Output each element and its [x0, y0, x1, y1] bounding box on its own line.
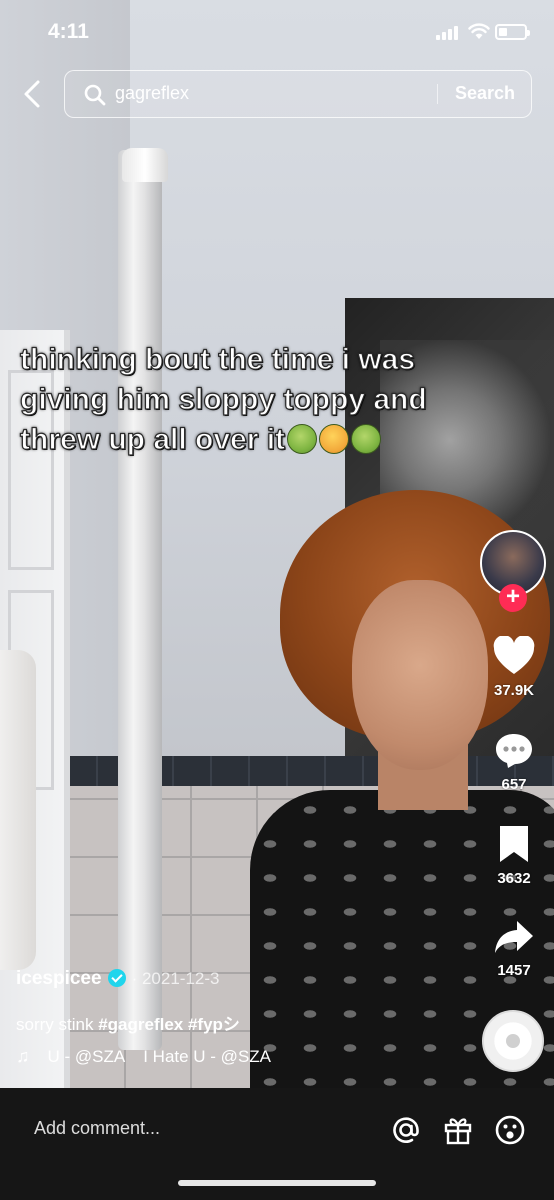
caption-line: giving him sloppy toppy and — [19, 382, 427, 416]
caption-line: threw up all over it — [19, 420, 500, 460]
battery-icon — [495, 24, 530, 40]
music-title: U - @SZA — [47, 1047, 126, 1066]
like-count: 37.9K — [493, 682, 535, 699]
pipe-cap — [122, 148, 168, 182]
comment-input[interactable]: Add comment... — [34, 1118, 160, 1139]
emoji-smiley-icon[interactable] — [494, 1114, 526, 1146]
save-count: 3632 — [497, 870, 531, 887]
back-arrow-icon[interactable] — [18, 78, 48, 110]
follow-plus-icon[interactable]: + — [499, 584, 527, 612]
share-arrow-icon — [495, 921, 533, 953]
music-note-icon: ♫ — [16, 1046, 30, 1066]
music-disc-icon[interactable] — [482, 1010, 544, 1072]
verified-badge-icon — [107, 969, 126, 987]
nauseated-face-icon — [287, 424, 318, 454]
towel — [0, 650, 36, 970]
video-player[interactable] — [0, 0, 554, 1088]
like-button[interactable]: 37.9K — [486, 636, 542, 699]
nauseated-face-icon — [351, 424, 382, 454]
bookmark-icon — [500, 826, 528, 862]
share-button[interactable]: 1457 — [486, 918, 542, 979]
caption-line: thinking bout the time i was — [19, 342, 416, 376]
video-caption: thinking bout the time i was giving him … — [19, 340, 500, 460]
pipe — [118, 150, 162, 1050]
gift-icon[interactable] — [442, 1114, 474, 1146]
music-title-next: I Hate U - @SZA — [143, 1047, 272, 1066]
vomiting-face-icon — [319, 424, 350, 454]
search-divider — [437, 84, 438, 104]
share-count: 1457 — [497, 962, 531, 979]
username[interactable]: icespicee — [16, 968, 102, 989]
hashtags[interactable]: #gagreflex #fypシ — [98, 1015, 240, 1034]
search-input[interactable]: gagreflex — [115, 83, 189, 104]
comment-count: 657 — [501, 776, 527, 793]
post-date: · 2021-12-3 — [131, 969, 220, 988]
search-bar[interactable]: gagreflex Search — [64, 70, 532, 118]
search-button[interactable]: Search — [455, 83, 515, 104]
comment-button[interactable]: 657 — [486, 732, 542, 793]
signal-icon — [436, 26, 462, 40]
caption-line-text: threw up all over it — [19, 422, 286, 456]
heart-icon — [493, 636, 535, 674]
battery-level — [499, 28, 507, 36]
search-icon — [84, 84, 106, 106]
status-time: 4:11 — [48, 20, 89, 43]
post-description: sorry stink #gagreflex #fypシ — [16, 1010, 240, 1035]
comment-bubble-icon — [496, 734, 532, 768]
home-indicator — [178, 1180, 376, 1186]
wifi-icon — [468, 23, 490, 39]
post-author-row: icespicee · 2021-12-3 — [16, 968, 219, 990]
status-bar: 4:11 — [0, 0, 554, 60]
mention-at-icon[interactable] — [390, 1114, 422, 1146]
description-text: sorry stink — [16, 1015, 94, 1034]
person-face — [352, 580, 488, 770]
music-ticker[interactable]: ♫ U - @SZA I Hate U - @SZA — [16, 1046, 289, 1067]
save-button[interactable]: 3632 — [486, 824, 542, 887]
